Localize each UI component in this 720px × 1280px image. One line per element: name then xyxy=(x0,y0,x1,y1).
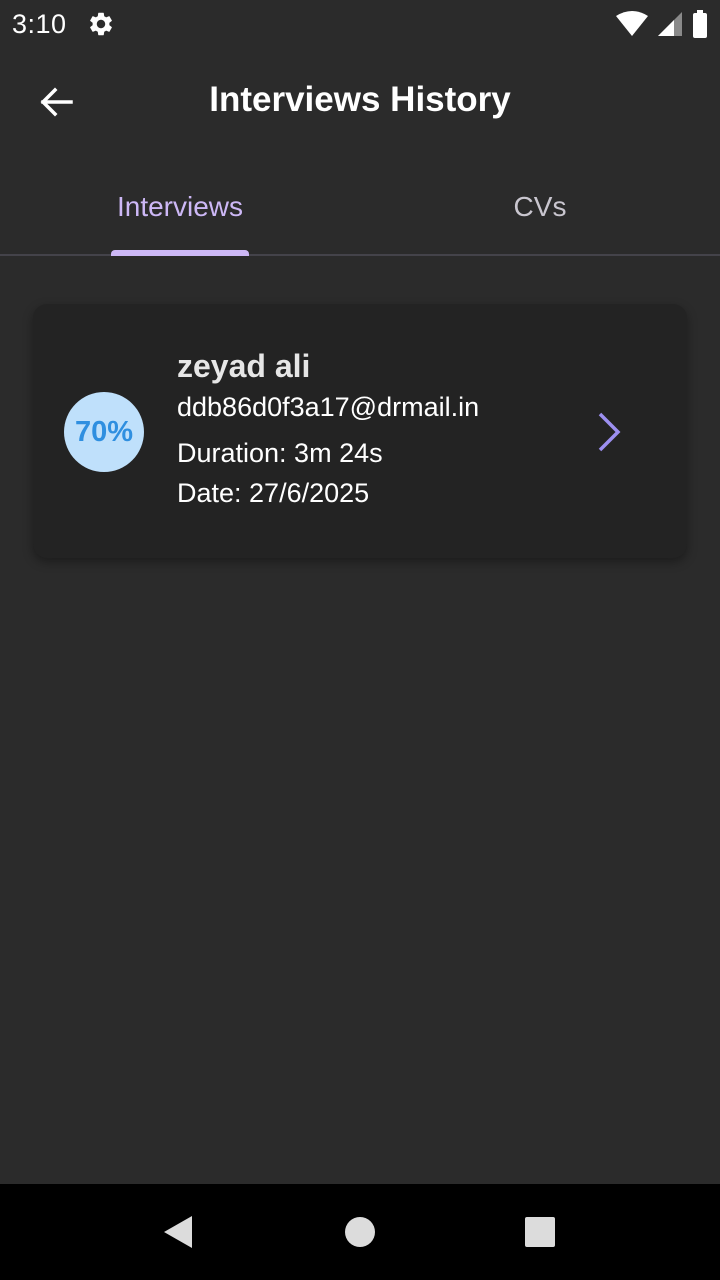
tab-interviews-label: Interviews xyxy=(116,191,244,222)
app-bar: Interviews History xyxy=(0,56,720,152)
status-right xyxy=(616,10,708,38)
tab-bar: Interviews CVs xyxy=(0,160,720,256)
tab-cvs[interactable]: CVs xyxy=(360,160,720,254)
candidate-email: ddb86d0f3a17@drmail.in xyxy=(177,392,480,422)
recents-square-icon[interactable] xyxy=(520,1212,560,1252)
status-left: 3:10 xyxy=(12,9,115,40)
score-value: 70% xyxy=(74,415,134,448)
interview-card[interactable]: 70% zeyad ali ddb86d0f3a17@drmail.in Dur… xyxy=(33,304,687,558)
interview-duration: Duration: 3m 24s xyxy=(177,438,383,468)
gear-icon xyxy=(87,10,115,38)
status-time: 3:10 xyxy=(12,8,67,39)
signal-icon xyxy=(658,12,682,36)
tab-cvs-label: CVs xyxy=(513,191,567,222)
tab-indicator xyxy=(111,250,249,256)
score-badge: 70% xyxy=(64,392,144,472)
interview-info: zeyad ali ddb86d0f3a17@drmail.in Duratio… xyxy=(177,348,479,518)
home-circle-icon[interactable] xyxy=(340,1212,380,1252)
page-title: Interviews History xyxy=(209,80,511,119)
system-nav-bar xyxy=(0,1184,720,1280)
interview-date: Date: 27/6/2025 xyxy=(177,478,370,508)
chevron-right-icon[interactable] xyxy=(591,410,627,454)
status-bar: 3:10 xyxy=(0,0,720,48)
wifi-icon xyxy=(616,11,648,37)
tab-interviews[interactable]: Interviews xyxy=(0,160,360,256)
candidate-name: zeyad ali xyxy=(177,348,311,384)
back-triangle-icon[interactable] xyxy=(158,1212,198,1252)
battery-icon xyxy=(692,10,708,38)
